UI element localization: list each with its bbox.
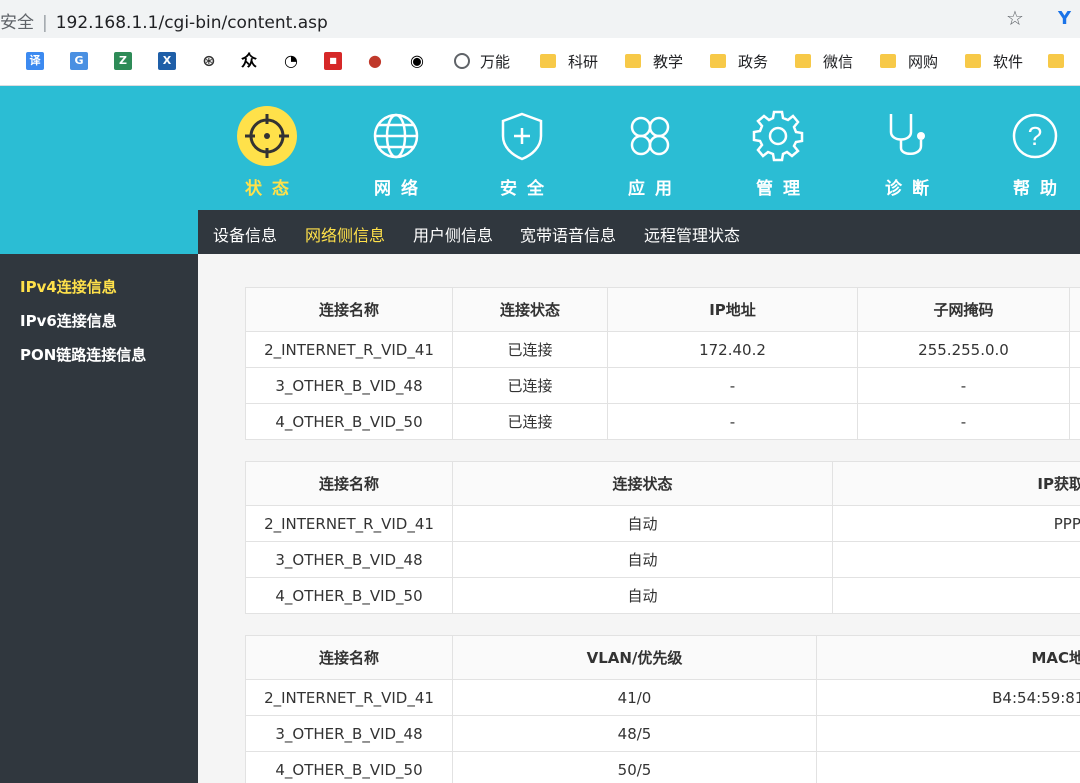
col-header-name: 连接名称 — [245, 635, 453, 680]
url-text[interactable]: 192.168.1.1/cgi-bin/content.asp — [56, 13, 328, 33]
table-row: 3_OTHER_B_VID_48 自动 - — [245, 541, 1080, 578]
main-nav: 状态 网络 安全 应用 管理 诊断 ? 帮助 — [0, 86, 1080, 210]
bookmark-wanneng[interactable]: 万能 — [454, 50, 510, 72]
folder-icon — [965, 54, 981, 68]
subnav-network-info[interactable]: 网络侧信息 — [305, 222, 385, 246]
subnav-voice-info[interactable]: 宽带语音信息 — [520, 222, 616, 246]
content-area: 连接名称 连接状态 IP地址 子网掩码 2_INTERNET_R_VID_41 … — [198, 254, 1080, 783]
globe-icon — [373, 113, 419, 159]
globe-icon — [454, 53, 470, 69]
table-row: 3_OTHER_B_VID_48 已连接 - - — [245, 367, 1080, 404]
col-header-name: 连接名称 — [245, 287, 453, 332]
apps-icon — [630, 116, 670, 156]
ipv4-address-table: 连接名称 连接状态 IP地址 子网掩码 2_INTERNET_R_VID_41 … — [245, 287, 1080, 440]
bookmark-ruanjian[interactable]: 软件 — [965, 50, 1023, 72]
table-row: 2_INTERNET_R_VID_41 41/0 B4:54:59:81:4 — [245, 679, 1080, 716]
sub-nav: 设备信息 网络侧信息 用户侧信息 宽带语音信息 远程管理状态 — [0, 210, 1080, 254]
github-bookmark-icon[interactable]: ◉ — [408, 52, 426, 70]
nav-apps[interactable]: 应用 — [600, 86, 700, 210]
table-row: 3_OTHER_B_VID_48 48/5 - — [245, 715, 1080, 752]
bookmark-overflow[interactable] — [1048, 50, 1076, 72]
col-header-name: 连接名称 — [245, 461, 453, 506]
z-bookmark-icon[interactable]: Z — [114, 52, 132, 70]
vlan-mac-table: 连接名称 VLAN/优先级 MAC地址 2_INTERNET_R_VID_41 … — [245, 635, 1080, 783]
col-header-vlan: VLAN/优先级 — [452, 635, 817, 680]
nav-diagnose[interactable]: 诊断 — [857, 86, 957, 210]
col-header-ip-method: IP获取方 — [832, 461, 1080, 506]
col-header-status: 连接状态 — [452, 461, 833, 506]
folder-icon — [710, 54, 726, 68]
folder-icon — [540, 54, 556, 68]
zhong-bookmark-icon[interactable]: 众 — [240, 52, 258, 70]
stethoscope-icon — [889, 114, 925, 155]
sidebar-item-pon[interactable]: PON链路连接信息 — [20, 344, 146, 365]
svg-text:?: ? — [1028, 121, 1042, 151]
nav-status[interactable]: 状态 — [217, 86, 317, 210]
browser-address-bar: 安全 | 192.168.1.1/cgi-bin/content.asp ☆ Y — [0, 0, 1080, 38]
translate-bookmark-icon[interactable]: 译 — [26, 52, 44, 70]
subnav-remote-status[interactable]: 远程管理状态 — [644, 222, 740, 246]
col-header-status: 连接状态 — [452, 287, 608, 332]
folder-icon — [880, 54, 896, 68]
table-row: 4_OTHER_B_VID_50 已连接 - - — [245, 403, 1080, 440]
nav-network[interactable]: 网络 — [346, 86, 446, 210]
subnav-user-info[interactable]: 用户侧信息 — [413, 222, 493, 246]
ip-acquire-table: 连接名称 连接状态 IP获取方 2_INTERNET_R_VID_41 自动 P… — [245, 461, 1080, 614]
extension-icon[interactable]: Y — [1058, 8, 1071, 29]
red-badge-bookmark-icon[interactable]: ■ — [324, 52, 342, 70]
nav-help[interactable]: ? 帮助 — [985, 86, 1080, 210]
folder-icon — [625, 54, 641, 68]
sub-nav-bar: 设备信息 网络侧信息 用户侧信息 宽带语音信息 远程管理状态 — [198, 210, 1080, 254]
nav-security[interactable]: 安全 — [472, 86, 572, 210]
bookmark-weixin[interactable]: 微信 — [795, 50, 853, 72]
col-header-ip: IP地址 — [607, 287, 858, 332]
question-icon: ? — [1012, 113, 1058, 159]
bookmark-keyan[interactable]: 科研 — [540, 50, 598, 72]
bookmark-star-icon[interactable]: ☆ — [1006, 6, 1024, 30]
bookmark-zhengwu[interactable]: 政务 — [710, 50, 768, 72]
col-header-mask: 子网掩码 — [857, 287, 1070, 332]
nav-manage[interactable]: 管理 — [728, 86, 828, 210]
sidebar: IPv4连接信息 IPv6连接信息 PON链路连接信息 — [0, 254, 198, 783]
col-header-mac: MAC地址 — [816, 635, 1080, 680]
globe-bookmark-icon[interactable]: ⊛ — [200, 52, 218, 70]
frog-bookmark-icon[interactable]: ● — [366, 52, 384, 70]
google-translate-bookmark-icon[interactable]: G — [70, 52, 88, 70]
clock-bookmark-icon[interactable]: ◔ — [282, 52, 300, 70]
bookmarks-bar: 译 G Z X ⊛ 众 ◔ ■ ● ◉ 万能 科研 教学 政务 微信 网购 软件 — [0, 38, 1080, 86]
omnibox[interactable]: 安全 | 192.168.1.1/cgi-bin/content.asp — [0, 8, 328, 33]
folder-icon — [1048, 54, 1064, 68]
table-row: 2_INTERNET_R_VID_41 自动 PPPoE — [245, 505, 1080, 542]
bookmark-jiaoxue[interactable]: 教学 — [625, 50, 683, 72]
sidebar-item-ipv6[interactable]: IPv6连接信息 — [20, 310, 117, 331]
gear-icon — [752, 110, 804, 162]
bookmark-wanggou[interactable]: 网购 — [880, 50, 938, 72]
xm-bookmark-icon[interactable]: X — [158, 52, 176, 70]
security-label: 安全 — [0, 13, 34, 33]
folder-icon — [795, 54, 811, 68]
table-row: 4_OTHER_B_VID_50 50/5 - — [245, 751, 1080, 783]
sidebar-item-ipv4[interactable]: IPv4连接信息 — [20, 276, 117, 297]
subnav-device-info[interactable]: 设备信息 — [213, 222, 277, 246]
target-icon — [237, 106, 297, 166]
table-row: 2_INTERNET_R_VID_41 已连接 172.40.2 255.255… — [245, 331, 1080, 368]
shield-plus-icon — [501, 112, 543, 161]
table-row: 4_OTHER_B_VID_50 自动 - — [245, 577, 1080, 614]
